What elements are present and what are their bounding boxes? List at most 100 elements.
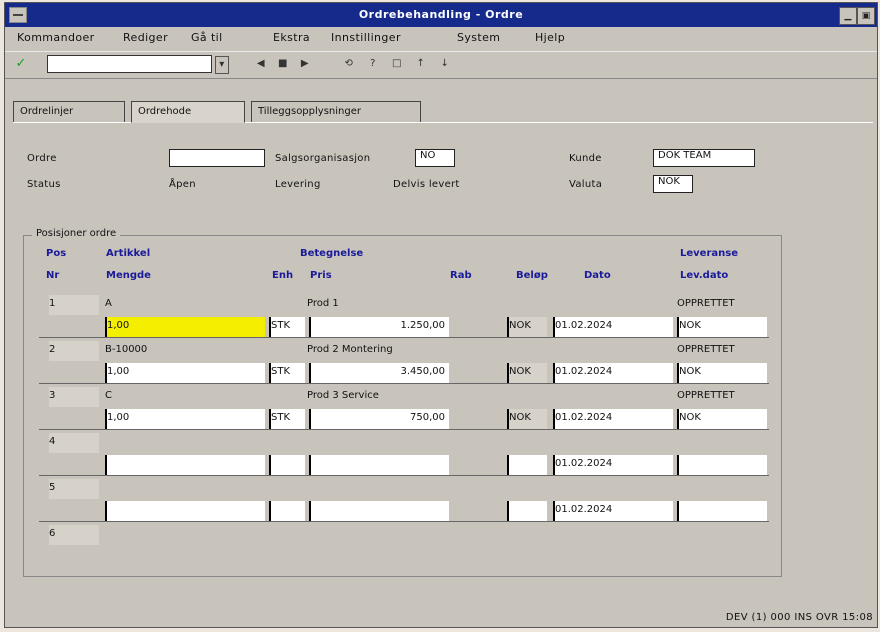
- ref-cell[interactable]: NOK: [677, 317, 767, 337]
- ordre-label: Ordre: [27, 153, 57, 164]
- status-cell: OPPRETTET: [677, 390, 735, 401]
- help-icon[interactable]: ?: [365, 56, 381, 72]
- row-divider: [39, 337, 769, 338]
- tab-ordrelinjer[interactable]: Ordrelinjer: [13, 101, 125, 123]
- ordre-field[interactable]: [169, 149, 265, 167]
- ref-cell[interactable]: NOK: [677, 409, 767, 429]
- menu-system[interactable]: System: [457, 31, 500, 44]
- enhet-cell[interactable]: STK: [269, 317, 305, 337]
- pris-cell[interactable]: 1.250,00: [309, 317, 449, 337]
- down-icon[interactable]: ↓: [437, 56, 453, 72]
- window: Ordrebehandling - Ordre ▁ ▣ Kommandoer R…: [4, 2, 878, 628]
- betegnelse-cell[interactable]: Prod 1: [307, 295, 507, 315]
- pris-cell[interactable]: 750,00: [309, 409, 449, 429]
- command-dropdown-icon[interactable]: ▾: [215, 56, 229, 74]
- col-header-levdato: Lev.dato: [680, 270, 729, 281]
- col-header-enh: Enh: [272, 270, 294, 281]
- enhet-cell[interactable]: STK: [269, 409, 305, 429]
- ref-cell[interactable]: [677, 501, 767, 521]
- row-divider: [39, 521, 769, 522]
- status-value: Åpen: [169, 179, 196, 190]
- artikkel-cell[interactable]: A: [105, 295, 301, 315]
- menu-ga-til[interactable]: Gå til: [191, 31, 223, 44]
- row-divider: [39, 429, 769, 430]
- mengde-cell[interactable]: 1,00: [105, 317, 265, 337]
- pris-cell[interactable]: 3.450,00: [309, 363, 449, 383]
- menu-hjelp[interactable]: Hjelp: [535, 31, 565, 44]
- valuta-cell[interactable]: [507, 501, 547, 521]
- col-header-betegnelse: Betegnelse: [300, 248, 364, 259]
- valuta-cell[interactable]: NOK: [507, 409, 547, 429]
- salgsorg-field[interactable]: NO: [415, 149, 455, 167]
- maximize-icon[interactable]: ▣: [857, 7, 875, 25]
- mengde-cell[interactable]: [105, 455, 265, 475]
- pris-cell[interactable]: [309, 455, 449, 475]
- mengde-cell[interactable]: 1,00: [105, 363, 265, 383]
- dato-cell[interactable]: 01.02.2024: [553, 409, 673, 429]
- window-title: Ordrebehandling - Ordre: [358, 8, 524, 21]
- pris-cell[interactable]: [309, 501, 449, 521]
- row-divider: [39, 383, 769, 384]
- group-title: Posisjoner ordre: [32, 228, 121, 239]
- col-header-rab: Rab: [450, 270, 472, 281]
- valuta-label: Valuta: [569, 179, 603, 190]
- enhet-cell[interactable]: [269, 501, 305, 521]
- row-divider: [39, 475, 769, 476]
- enhet-cell[interactable]: STK: [269, 363, 305, 383]
- dato-cell[interactable]: 01.02.2024: [553, 455, 673, 475]
- salgsorg-label: Salgsorganisasjon: [275, 153, 371, 164]
- back-icon[interactable]: ◀: [253, 56, 269, 72]
- mengde-cell[interactable]: [105, 501, 265, 521]
- valuta-cell[interactable]: NOK: [507, 317, 547, 337]
- col-header-belop: Beløp: [516, 270, 548, 281]
- new-icon[interactable]: □: [389, 56, 405, 72]
- enhet-cell[interactable]: [269, 455, 305, 475]
- menu-kommandoer[interactable]: Kommandoer: [17, 31, 95, 44]
- dato-cell[interactable]: 01.02.2024: [553, 501, 673, 521]
- betegnelse-cell[interactable]: Prod 2 Montering: [307, 341, 507, 361]
- dato-cell[interactable]: 01.02.2024: [553, 317, 673, 337]
- valuta-cell[interactable]: NOK: [507, 363, 547, 383]
- ref-cell[interactable]: [677, 455, 767, 475]
- kunde-label: Kunde: [569, 153, 602, 164]
- status-bar: DEV (1) 000 INS OVR 15:08: [5, 609, 877, 627]
- col-header-pos: Pos: [46, 248, 67, 259]
- pos-cell[interactable]: 3: [49, 387, 99, 407]
- menu-ekstra[interactable]: Ekstra: [273, 31, 310, 44]
- command-input[interactable]: [48, 56, 215, 74]
- artikkel-cell[interactable]: B-10000: [105, 341, 301, 361]
- col-header-artikkel: Artikkel: [106, 248, 151, 259]
- pos-cell[interactable]: 2: [49, 341, 99, 361]
- enter-check-icon[interactable]: ✓: [13, 56, 29, 72]
- kunde-field[interactable]: DOK TEAM: [653, 149, 755, 167]
- title-bar: Ordrebehandling - Ordre ▁ ▣: [5, 3, 877, 27]
- tab-ordrehode[interactable]: Ordrehode: [131, 101, 245, 123]
- menu-rediger[interactable]: Rediger: [123, 31, 168, 44]
- status-label: Status: [27, 179, 61, 190]
- pos-cell[interactable]: 6: [49, 525, 99, 545]
- col-header-nr: Nr: [46, 270, 60, 281]
- minimize-icon[interactable]: ▁: [839, 7, 857, 25]
- levering-label: Levering: [275, 179, 321, 190]
- pos-cell[interactable]: 5: [49, 479, 99, 499]
- valuta-field[interactable]: NOK: [653, 175, 693, 193]
- betegnelse-cell[interactable]: Prod 3 Service: [307, 387, 507, 407]
- col-header-dato: Dato: [584, 270, 611, 281]
- exit-icon[interactable]: ■: [275, 56, 291, 72]
- pos-cell[interactable]: 1: [49, 295, 99, 315]
- menu-innstillinger[interactable]: Innstillinger: [331, 31, 401, 44]
- ref-cell[interactable]: NOK: [677, 363, 767, 383]
- pos-cell[interactable]: 4: [49, 433, 99, 453]
- mengde-cell[interactable]: 1,00: [105, 409, 265, 429]
- valuta-cell[interactable]: [507, 455, 547, 475]
- refresh-icon[interactable]: ⟲: [341, 56, 357, 72]
- tab-tilleggsopplysninger[interactable]: Tilleggsopplysninger: [251, 101, 421, 123]
- cancel-icon[interactable]: ▶: [297, 56, 313, 72]
- tab-panel: Ordre Salgsorganisasjon NO Kunde DOK TEA…: [13, 122, 873, 623]
- col-header-pris: Pris: [310, 270, 332, 281]
- command-field[interactable]: [47, 55, 215, 74]
- artikkel-cell[interactable]: C: [105, 387, 301, 407]
- status-cell: OPPRETTET: [677, 344, 735, 355]
- up-icon[interactable]: ↑: [413, 56, 429, 72]
- dato-cell[interactable]: 01.02.2024: [553, 363, 673, 383]
